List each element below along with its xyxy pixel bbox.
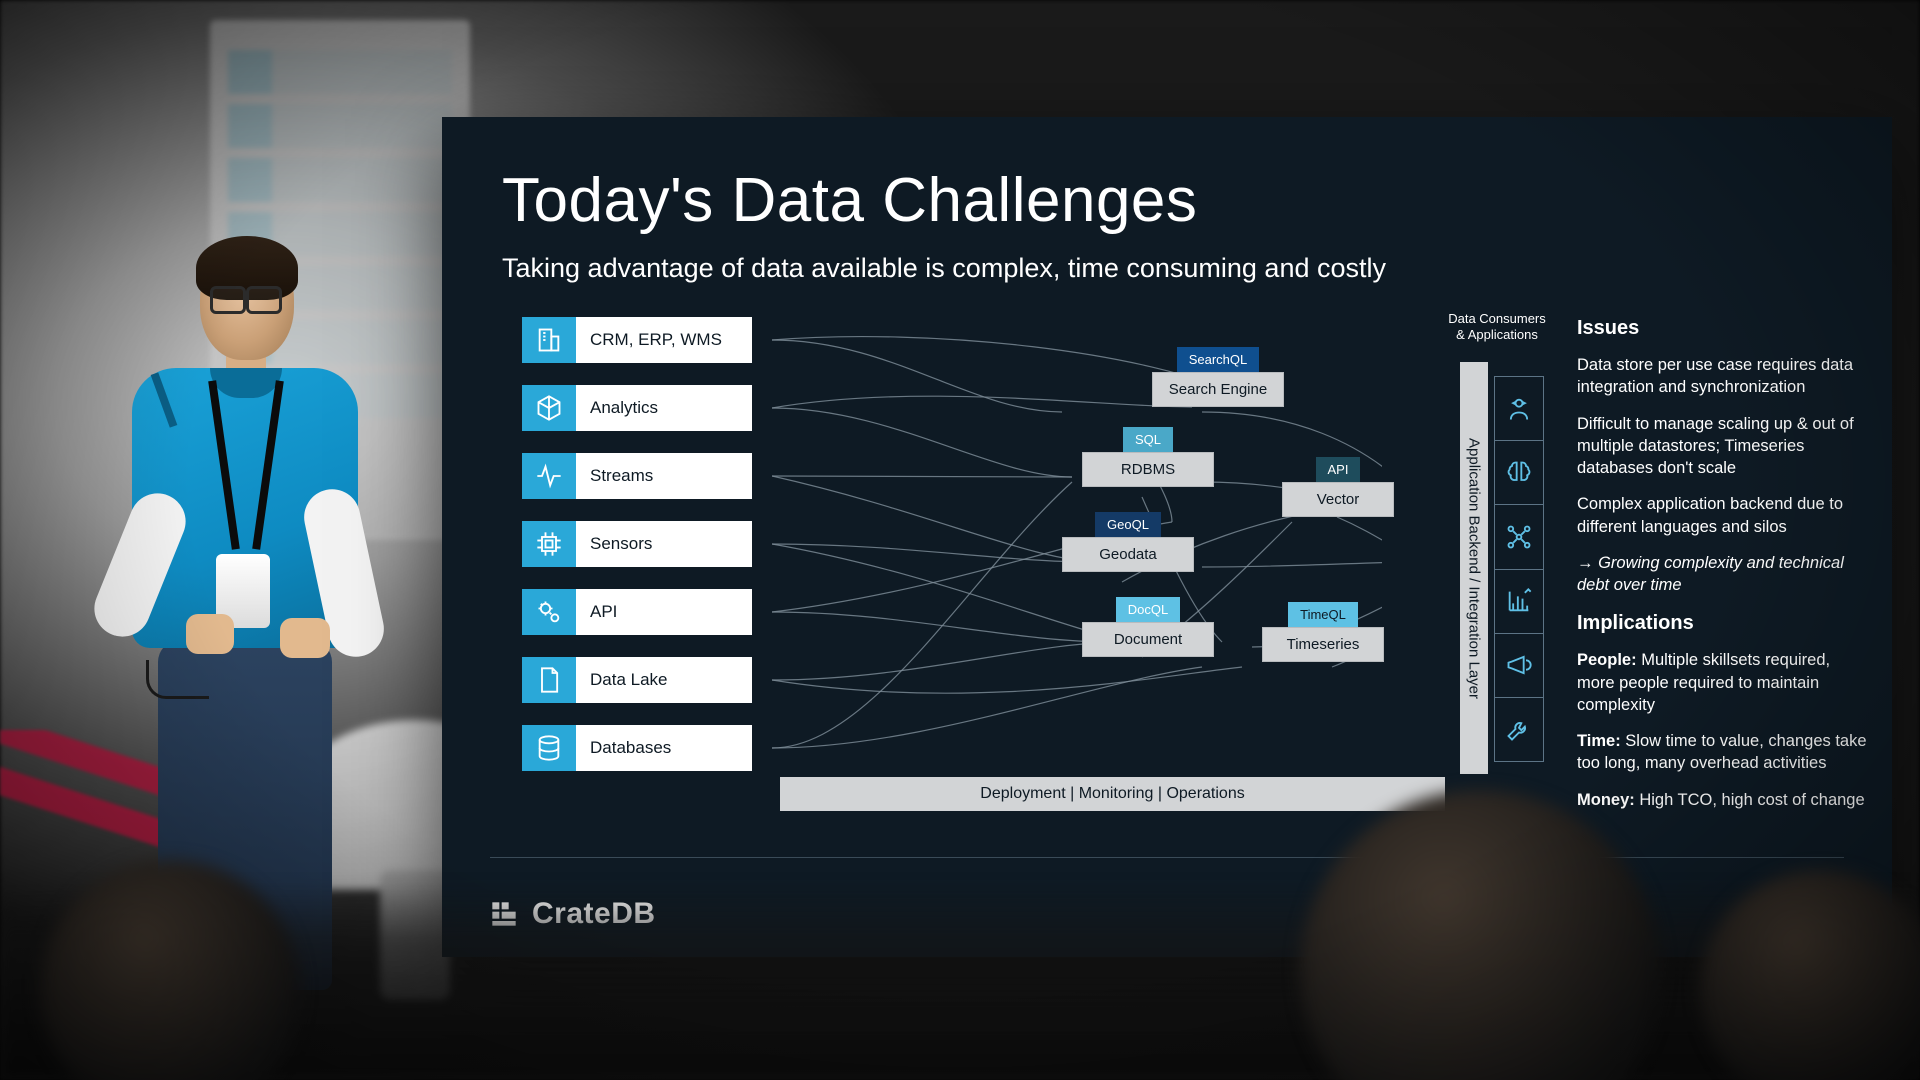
issues-item: Difficult to manage scaling up & out of … [1577,413,1867,480]
box-vector: Vector [1282,482,1394,517]
database-icon [522,725,576,771]
node-document: DocQL Document [1082,597,1214,657]
source-label: API [576,589,752,635]
consumers-title: Data Consumers & Applications [1447,311,1547,344]
implication-item: People: Multiple skillsets required, mor… [1577,649,1867,716]
brain-icon [1495,441,1543,505]
tag-docql: DocQL [1116,597,1180,622]
wrench-icon [1495,698,1543,761]
tag-timeql: TimeQL [1288,602,1358,627]
consumer-icon-column [1494,376,1544,762]
issues-emphasis: → Growing complexity and technical debt … [1577,552,1867,597]
box-search-engine: Search Engine [1152,372,1284,407]
integration-layer: Application Backend / Integration Layer [1460,362,1488,774]
data-sources-column: CRM, ERP, WMS Analytics Streams Sensors … [522,317,752,793]
cube-icon [522,385,576,431]
file-icon [522,657,576,703]
pulse-icon [522,453,576,499]
source-sensors: Sensors [522,521,752,567]
source-crm-erp-wms: CRM, ERP, WMS [522,317,752,363]
developer-icon [1495,377,1543,441]
source-label: Databases [576,725,752,771]
issues-heading: Issues [1577,315,1867,342]
network-icon [1495,505,1543,569]
box-rdbms: RDBMS [1082,452,1214,487]
implications-heading: Implications [1577,610,1867,637]
source-api: API [522,589,752,635]
deployment-bar: Deployment | Monitoring | Operations [780,777,1445,811]
source-label: Streams [576,453,752,499]
source-databases: Databases [522,725,752,771]
source-label: Sensors [576,521,752,567]
megaphone-icon [1495,634,1543,698]
source-label: Data Lake [576,657,752,703]
source-label: CRM, ERP, WMS [576,317,752,363]
node-timeseries: TimeQL Timeseries [1262,602,1384,662]
slide-subtitle: Taking advantage of data available is co… [502,253,1386,284]
implication-item: Money: High TCO, high cost of change [1577,789,1867,811]
issues-item: Complex application backend due to diffe… [1577,493,1867,538]
tag-api: API [1316,457,1361,482]
tag-sql: SQL [1123,427,1173,452]
tag-geoql: GeoQL [1095,512,1161,537]
tag-searchql: SearchQL [1177,347,1260,372]
right-text-column: Issues Data store per use case requires … [1577,315,1867,825]
source-datalake: Data Lake [522,657,752,703]
box-timeseries: Timeseries [1262,627,1384,662]
footer-divider [490,857,1844,858]
implication-item: Time: Slow time to value, changes take t… [1577,730,1867,775]
node-vector: API Vector [1282,457,1394,517]
presentation-slide: Today's Data Challenges Taking advantage… [442,117,1892,957]
slide-title: Today's Data Challenges [502,165,1197,236]
box-geodata: Geodata [1062,537,1194,572]
issues-item: Data store per use case requires data in… [1577,354,1867,399]
building-icon [522,317,576,363]
box-document: Document [1082,622,1214,657]
chip-icon [522,521,576,567]
source-analytics: Analytics [522,385,752,431]
source-label: Analytics [576,385,752,431]
chart-icon [1495,570,1543,634]
node-geodata: GeoQL Geodata [1062,512,1194,572]
gears-icon [522,589,576,635]
node-search: SearchQL Search Engine [1152,347,1284,407]
source-streams: Streams [522,453,752,499]
architecture-diagram: SearchQL Search Engine SQL RDBMS API Vec… [772,312,1382,762]
node-rdbms: SQL RDBMS [1082,427,1214,487]
